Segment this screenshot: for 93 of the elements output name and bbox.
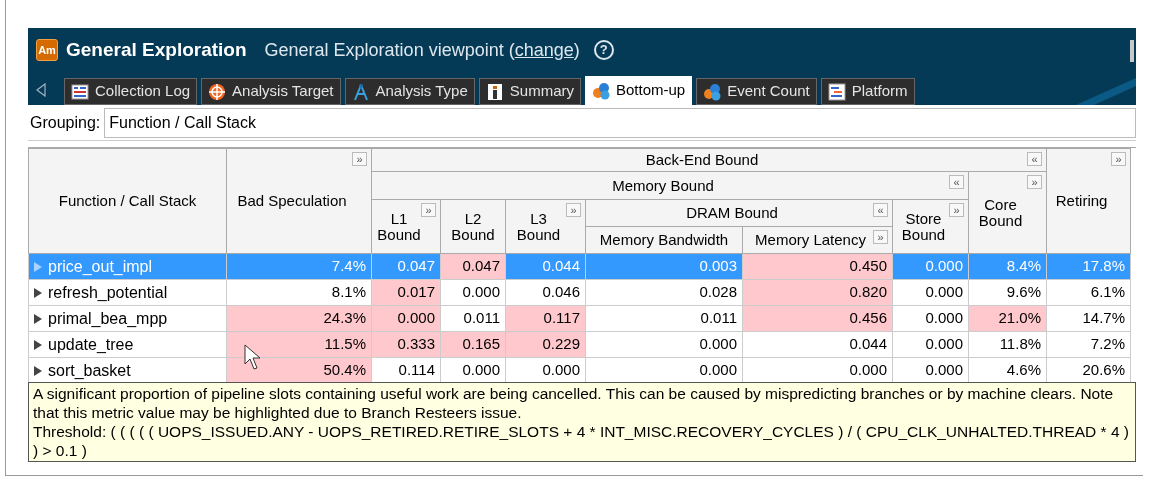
- table-row[interactable]: sort_basket 50.4% 0.114 0.000 0.000 0.000 0.000 0.000 4.6% 20.6%: [28, 357, 1131, 384]
- table-cell: 8.1%: [226, 279, 372, 306]
- toggle-button[interactable]: »: [1111, 152, 1127, 166]
- header-label: Memory Bandwidth: [599, 231, 729, 248]
- table-cell: 0.000: [892, 305, 969, 332]
- table-cell: 0.820: [742, 279, 893, 306]
- tab[interactable]: Platform: [820, 78, 915, 105]
- toggle-button[interactable]: »: [566, 203, 581, 217]
- toggle-button[interactable]: «: [949, 175, 964, 189]
- expand-icon: [34, 365, 42, 376]
- header-label: Retiring: [1055, 192, 1108, 209]
- table-cell: 0.333: [371, 331, 441, 358]
- help-icon[interactable]: ?: [593, 40, 614, 60]
- grouping-label: Grouping:: [30, 112, 101, 133]
- tab[interactable]: Event Count: [696, 78, 817, 105]
- grouping-field[interactable]: Function / Call Stack: [104, 107, 1136, 138]
- table-row[interactable]: update_tree 11.5% 0.333 0.165 0.229 0.000 0.044 0.000 11.8% 7.2%: [28, 331, 1131, 358]
- compass-icon: [351, 82, 370, 101]
- expand-icon: [34, 313, 42, 324]
- change-link[interactable]: change: [514, 39, 574, 60]
- toggle-button[interactable]: »: [421, 203, 436, 217]
- table-cell: 17.8%: [1046, 253, 1131, 280]
- expand-icon: [34, 261, 42, 272]
- tab[interactable]: Summary: [478, 78, 581, 105]
- tab[interactable]: Bottom-up: [585, 76, 693, 105]
- table-cell: 0.000: [371, 305, 441, 332]
- table-cell: 8.4%: [968, 253, 1047, 280]
- header-label: Function / Call Stack: [58, 192, 197, 209]
- collection-log-icon: [71, 82, 89, 101]
- tab[interactable]: Analysis Type: [344, 78, 475, 105]
- header-label: Store Bound: [901, 209, 946, 243]
- table-cell: 0.000: [892, 253, 969, 280]
- header-label: Bad Speculation: [237, 192, 347, 209]
- table-cell: 0.028: [585, 279, 743, 306]
- viewpoint-label: General Exploration viewpoint (change): [264, 38, 580, 62]
- table-cell: 7.2%: [1046, 331, 1131, 358]
- table-cell: 0.117: [505, 305, 586, 332]
- decoration-stripe: [1076, 78, 1136, 105]
- header-label: L1 Bound: [377, 209, 421, 243]
- toggle-button[interactable]: «: [873, 203, 888, 217]
- table-cell: 7.4%: [226, 253, 372, 280]
- table-cell: 0.000: [440, 279, 506, 306]
- molecule-icon: [592, 81, 610, 100]
- table-cell: 9.6%: [968, 279, 1047, 306]
- window-title: General Exploration: [66, 37, 247, 62]
- molecule-icon: [703, 82, 722, 101]
- tab[interactable]: Collection Log: [64, 78, 198, 105]
- table-cell: 0.011: [585, 305, 743, 332]
- table-cell: 0.450: [742, 253, 893, 280]
- scroll-handle[interactable]: [1130, 40, 1134, 62]
- table-cell: 21.0%: [968, 305, 1047, 332]
- header-label: Back-End Bound: [645, 151, 759, 168]
- header-label: Core Bound: [978, 195, 1023, 229]
- table-row[interactable]: price_out_impl 7.4% 0.047 0.047 0.044 0.003 0.450 0.000 8.4% 17.8%: [28, 253, 1131, 280]
- table-cell: 0.011: [440, 305, 506, 332]
- table-cell: 0.046: [505, 279, 586, 306]
- table-cell: 0.017: [371, 279, 441, 306]
- header-label: Memory Latency: [755, 231, 866, 248]
- target-icon: [208, 82, 227, 101]
- table-cell: 0.047: [371, 253, 441, 280]
- table-cell: 14.7%: [1046, 305, 1131, 332]
- table-cell: 0.000: [892, 279, 969, 306]
- info-icon: [485, 82, 504, 101]
- table-cell: 24.3%: [226, 305, 372, 332]
- header-label: L2 Bound: [451, 209, 495, 243]
- threshold-text: Threshold: ( ( ( ( ( UOPS_ISSUED.ANY - UOPS_RETIRED.RETIRE_SLOTS + 4 * INT_MISC.RECOVERY_CYCLES ) / ( CPU_CLK_UNHALTED.THREAD * 4 ) ) > 0.1 ): [33, 422, 1131, 460]
- expand-icon: [34, 339, 42, 350]
- cursor-icon: [244, 344, 262, 372]
- table-cell: 0.044: [505, 253, 586, 280]
- table-cell: 0.229: [505, 331, 586, 358]
- table-cell: 0.000: [892, 331, 969, 358]
- table-row[interactable]: refresh_potential 8.1% 0.017 0.000 0.046 0.028 0.820 0.000 9.6% 6.1%: [28, 279, 1131, 306]
- toggle-button[interactable]: »: [352, 152, 367, 166]
- toggle-button[interactable]: «: [1027, 152, 1043, 166]
- table-cell: 0.456: [742, 305, 893, 332]
- toggle-button[interactable]: »: [949, 203, 964, 217]
- toggle-button[interactable]: »: [1027, 175, 1043, 189]
- table-cell: 0.003: [585, 253, 743, 280]
- table-cell: 11.8%: [968, 331, 1047, 358]
- platform-icon: [827, 82, 846, 101]
- table-cell: 0.000: [585, 331, 743, 358]
- table-row[interactable]: primal_bea_mpp 24.3% 0.000 0.011 0.117 0.011 0.456 0.000 21.0% 14.7%: [28, 305, 1131, 332]
- expand-icon: [34, 287, 42, 298]
- header-label: L3 Bound: [516, 209, 561, 243]
- table-cell: 6.1%: [1046, 279, 1131, 306]
- scroll-left-icon: [36, 83, 46, 97]
- app-logo: Am: [36, 39, 58, 61]
- table-cell: 0.044: [742, 331, 893, 358]
- header-label: Memory Bound: [612, 176, 714, 194]
- tooltip-description: A significant proportion of pipeline slots containing useful work are being cancelled. This can be caused by mispredicting branches or by machine clears. Note that this metric value may be highlighted due to Branch Resteers issue.: [33, 384, 1115, 422]
- tab[interactable]: Analysis Target: [201, 78, 341, 105]
- toggle-button[interactable]: »: [873, 230, 888, 244]
- header-label: DRAM Bound: [686, 204, 778, 221]
